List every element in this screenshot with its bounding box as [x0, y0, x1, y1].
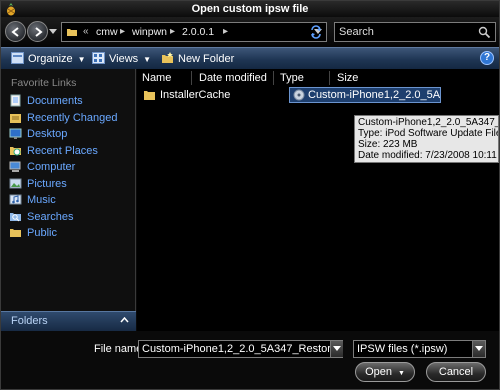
favorite-recent-places[interactable]: Recent Places	[9, 144, 133, 160]
new-folder-label: New Folder	[178, 53, 235, 65]
views-icon	[92, 52, 105, 64]
help-icon[interactable]: ?	[480, 51, 494, 65]
favorite-pictures[interactable]: Pictures	[9, 177, 133, 193]
column-separator[interactable]	[191, 71, 192, 85]
breadcrumb-overflow[interactable]: «	[83, 26, 89, 37]
favorite-computer[interactable]: Computer	[9, 160, 133, 176]
favorite-pictures-label: Pictures	[27, 178, 67, 190]
favorite-public-label: Public	[27, 227, 57, 239]
tooltip-date: Date modified: 7/23/2008 10:11 PM	[358, 150, 499, 161]
title-bar: Open custom ipsw file	[1, 1, 499, 17]
music-icon	[9, 194, 22, 205]
refresh-icon[interactable]	[309, 25, 323, 39]
searches-icon	[10, 213, 21, 222]
new-folder-icon	[162, 52, 173, 63]
open-button[interactable]: Open ▼	[355, 362, 415, 382]
breadcrumb-cmw[interactable]: cmw	[96, 26, 118, 38]
file-type-select[interactable]: IPSW files (*.ipsw)	[353, 340, 486, 358]
open-label: Open	[365, 366, 392, 378]
favorite-music-label: Music	[27, 194, 56, 206]
file-name: InstallerCache	[160, 89, 231, 101]
favorite-desktop[interactable]: Desktop	[9, 127, 133, 143]
pictures-icon	[9, 178, 22, 189]
computer-icon	[9, 161, 21, 172]
folder-icon	[144, 91, 155, 100]
chevron-down-icon	[475, 346, 483, 351]
favorite-recently-changed[interactable]: Recently Changed	[9, 111, 133, 127]
open-dropdown-icon: ▼	[397, 370, 405, 377]
navigation-pane: Favorite Links Documents Recently Change…	[1, 69, 136, 331]
list-item-selected-ipsw[interactable]: Custom-iPhone1,2_2.0_5A347...	[289, 87, 441, 103]
views-dropdown-icon: ▼	[143, 55, 152, 64]
open-file-dialog: Open custom ipsw file « cmw ▸ winpwn ▸ 2…	[0, 0, 500, 390]
views-button[interactable]: Views ▼	[92, 52, 151, 65]
command-toolbar: Organize ▼ Views ▼ New Folder ?	[1, 47, 499, 69]
favorite-computer-label: Computer	[27, 161, 76, 173]
chevron-down-icon	[333, 346, 341, 351]
back-arrow-icon	[11, 27, 19, 37]
file-name-input[interactable]: Custom-iPhone1,2_2.0_5A347_Restore.ipsw	[138, 340, 343, 358]
breadcrumb-separator[interactable]: ▸	[170, 26, 175, 37]
favorite-links-heading: Favorite Links	[11, 77, 77, 89]
file-list: Name Date modified Type Size InstallerCa…	[137, 69, 499, 331]
search-placeholder: Search	[339, 26, 374, 38]
breadcrumb-separator[interactable]: ▸	[120, 26, 125, 37]
new-folder-button[interactable]: New Folder	[161, 52, 234, 65]
favorite-searches-label: Searches	[27, 211, 74, 223]
forward-arrow-icon	[35, 27, 43, 37]
tooltip-size: Size: 223 MB	[358, 139, 418, 150]
address-row: « cmw ▸ winpwn ▸ 2.0.0.1 ▸ Search	[1, 17, 499, 47]
folders-label: Folders	[11, 315, 48, 327]
recently-changed-icon	[10, 114, 21, 123]
favorite-music[interactable]: Music	[9, 193, 133, 209]
file-name-area: File name: Custom-iPhone1,2_2.0_5A347_Re…	[1, 331, 499, 389]
cancel-button[interactable]: Cancel	[426, 362, 486, 382]
tooltip-name: Custom-iPhone1,2_2.0_5A347_Restore.ipsw	[358, 117, 498, 128]
file-info-tooltip: Custom-iPhone1,2_2.0_5A347_Restore.ipsw …	[354, 115, 499, 163]
address-bar[interactable]: « cmw ▸ winpwn ▸ 2.0.0.1 ▸	[61, 22, 327, 42]
favorite-searches[interactable]: Searches	[9, 210, 133, 226]
folder-icon	[67, 29, 77, 36]
favorite-documents[interactable]: Documents	[9, 94, 133, 110]
documents-icon	[10, 94, 21, 107]
back-button[interactable]	[5, 21, 26, 42]
desktop-icon	[9, 128, 22, 139]
column-type[interactable]: Type	[280, 72, 304, 84]
favorite-public[interactable]: Public	[9, 226, 133, 242]
column-size[interactable]: Size	[337, 72, 358, 84]
search-input[interactable]: Search	[334, 22, 496, 42]
organize-dropdown-icon: ▼	[77, 55, 86, 64]
views-label: Views	[109, 53, 139, 65]
organize-label: Organize	[28, 53, 73, 65]
file-name: Custom-iPhone1,2_2.0_5A347...	[308, 89, 441, 101]
search-icon[interactable]	[478, 26, 491, 39]
window-title: Open custom ipsw file	[191, 3, 309, 15]
breadcrumb-separator[interactable]: ▸	[223, 26, 228, 37]
ipsw-file-icon	[293, 89, 305, 101]
column-name[interactable]: Name	[142, 72, 171, 84]
folders-toggle[interactable]: Folders	[1, 311, 136, 331]
column-separator[interactable]	[329, 71, 330, 85]
column-date-modified[interactable]: Date modified	[199, 72, 267, 84]
organize-icon	[11, 52, 24, 64]
favorite-desktop-label: Desktop	[27, 128, 68, 140]
favorite-documents-label: Documents	[27, 95, 83, 107]
file-type-dropdown[interactable]	[472, 341, 485, 357]
tooltip-type: Type: iPod Software Update File	[358, 128, 499, 139]
public-folder-icon	[10, 229, 21, 237]
favorite-recent-places-label: Recent Places	[27, 145, 98, 157]
cancel-label: Cancel	[438, 366, 474, 378]
forward-button[interactable]	[27, 21, 48, 42]
file-name-dropdown[interactable]	[330, 341, 343, 357]
organize-button[interactable]: Organize ▼	[11, 52, 86, 65]
column-separator[interactable]	[273, 71, 274, 85]
list-item-installer-cache[interactable]: InstallerCache	[143, 89, 230, 101]
recent-places-icon	[10, 147, 21, 156]
breadcrumb-version[interactable]: 2.0.0.1	[182, 26, 214, 38]
favorite-recently-changed-label: Recently Changed	[27, 112, 118, 124]
recent-pages-dropdown-icon[interactable]	[49, 29, 57, 35]
breadcrumb-winpwn[interactable]: winpwn	[132, 26, 167, 38]
chevron-up-icon	[120, 317, 129, 323]
